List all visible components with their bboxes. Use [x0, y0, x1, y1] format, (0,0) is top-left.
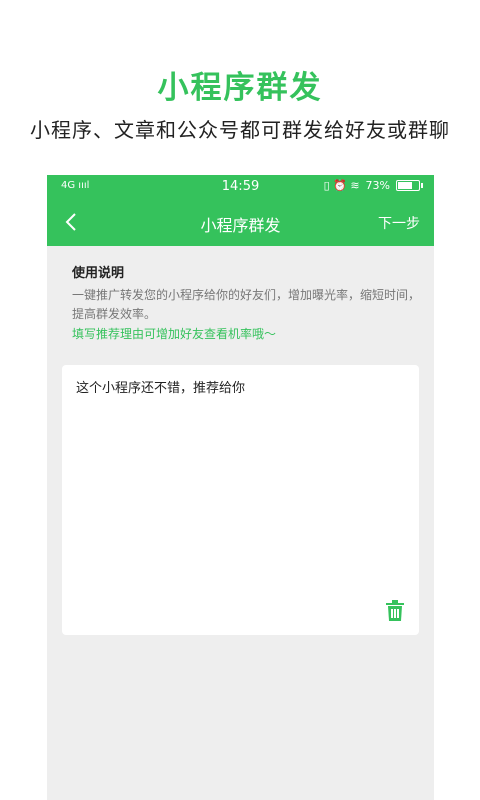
nav-bar: 小程序群发 下一步 — [47, 199, 434, 246]
instructions-body: 一键推广转发您的小程序给你的好友们，增加曝光率，缩短时间，提高群发效率。 — [72, 288, 421, 321]
page-title: 小程序群发 — [200, 216, 281, 235]
battery-percent: 73% — [365, 179, 390, 192]
next-step-button[interactable]: 下一步 — [378, 213, 420, 233]
instructions-tip: 填写推荐理由可增加好友查看机率哦～ — [72, 327, 277, 341]
promo-subtitle: 小程序、文章和公众号都可群发给好友或群聊 — [30, 118, 450, 142]
instructions-title: 使用说明 — [72, 266, 125, 281]
message-input[interactable]: 这个小程序还不错，推荐给你 — [62, 365, 419, 635]
promo-title: 小程序群发 — [157, 70, 323, 106]
trash-icon[interactable] — [385, 600, 405, 622]
message-text[interactable]: 这个小程序还不错，推荐给你 — [76, 377, 245, 396]
status-bar: 4G ıııl 14:59 ▯ ⏰ ≋ 73% — [47, 175, 434, 199]
status-system-icons: ▯ ⏰ ≋ — [323, 179, 360, 192]
phone-screen: 4G ıııl 14:59 ▯ ⏰ ≋ 73% 小程序群发 下一步 使用说明 一… — [47, 175, 434, 800]
battery-icon — [396, 180, 423, 191]
status-icons: ▯ ⏰ ≋ 73% — [323, 179, 423, 192]
